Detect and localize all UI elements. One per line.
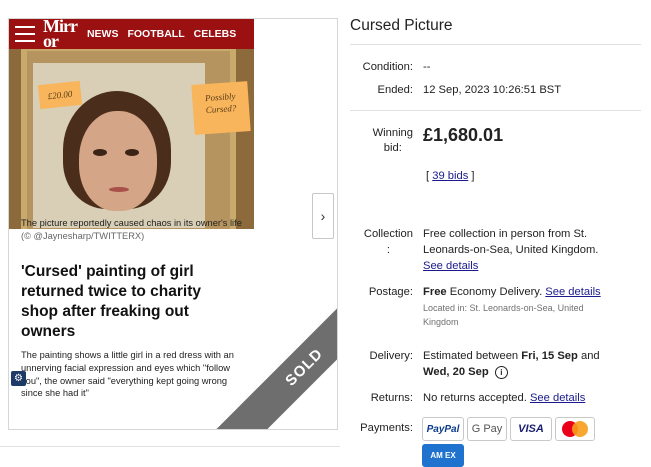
condition-value: --: [423, 61, 431, 73]
located-in-line1: Located in: St. Leonards-on-Sea, United: [423, 303, 584, 313]
listing-title: Cursed Picture: [350, 17, 453, 34]
payments-label: Payments:: [360, 422, 413, 434]
info-icon[interactable]: i: [494, 366, 508, 379]
next-image-button[interactable]: ›: [312, 193, 334, 239]
winning-bid-label-line1: Winning: [372, 127, 413, 139]
mirror-header-bar: Mirr or NEWS FOOTBALL CELEBS: [9, 19, 254, 50]
divider: [350, 44, 641, 45]
painting-face: [79, 111, 157, 211]
postage-value: Free Economy Delivery. See details Locat…: [423, 286, 601, 329]
returns-label: Returns:: [370, 392, 413, 404]
bids-link-wrap: [ 39 bids ]: [426, 170, 475, 182]
collection-see-details-link[interactable]: See details: [423, 260, 478, 272]
photo-caption: The picture reportedly caused chaos in i…: [21, 217, 246, 243]
winning-bid-value: £1,680.01: [423, 125, 504, 145]
collection-label-line1: Collection: [363, 228, 413, 240]
caption-text: The picture reportedly caused chaos in i…: [21, 218, 242, 228]
collection-value: Free collection in person from St. Leona…: [423, 226, 598, 274]
ended-value: 12 Sep, 2023 10:26:51 BST: [423, 84, 562, 96]
winning-bid-label: Winning bid:: [373, 126, 413, 156]
collection-label-line2: :: [386, 244, 390, 256]
returns-value: No returns accepted. See details: [423, 392, 585, 404]
winning-bid-label-line2: bid:: [383, 142, 402, 154]
nav-football[interactable]: FOOTBALL: [127, 28, 184, 40]
bids-link[interactable]: 39 bids: [432, 170, 468, 182]
postage-free: Free: [423, 286, 447, 298]
article-card[interactable]: Mirr or NEWS FOOTBALL CELEBS £20.00 Possi…: [8, 18, 338, 430]
listing-details: Cursed Picture Condition: -- Ended: 12 S…: [350, 0, 645, 467]
divider: [0, 446, 340, 447]
paypal-badge: PayPal: [422, 417, 464, 441]
painting-photo: £20.00 Possibly Cursed?: [9, 49, 254, 229]
visa-badge: VISA: [510, 417, 552, 441]
gpay-badge: G Pay: [467, 417, 507, 441]
mastercard-icon: [562, 421, 588, 437]
painting-eye-right: [125, 149, 139, 156]
delivery-text: Estimated between: [423, 350, 522, 362]
nav-news[interactable]: NEWS: [87, 28, 119, 40]
delivery-date-start: Fri, 15 Sep: [521, 350, 578, 362]
located-in: Located in: St. Leonards-on-Sea, United …: [423, 301, 601, 329]
postage-text: Economy Delivery.: [446, 286, 546, 298]
chevron-right-icon: ›: [320, 208, 326, 224]
price-sticky-note: £20.00: [37, 80, 83, 110]
postage-label: Postage:: [368, 286, 413, 298]
gear-icon[interactable]: ⚙: [11, 371, 26, 386]
ended-label: Ended:: [377, 84, 413, 96]
article-headline[interactable]: 'Cursed' painting of girl returned twice…: [21, 262, 241, 342]
painting-eye-left: [93, 149, 107, 156]
located-in-line2: Kingdom: [423, 317, 459, 327]
menu-icon[interactable]: [15, 26, 35, 42]
mastercard-badge: [555, 417, 595, 441]
condition-label: Condition:: [362, 61, 413, 73]
article-body: The painting shows a little girl in a re…: [21, 350, 234, 399]
delivery-and: and: [577, 350, 600, 362]
amex-badge: AM EX: [422, 444, 464, 467]
cursed-sticky-note: Possibly Cursed?: [191, 81, 251, 135]
caption-credit: (© @Jaynesharp/TWITTERX): [21, 231, 145, 241]
postage-see-details-link[interactable]: See details: [545, 286, 600, 298]
collection-value-line1: Free collection in person from St.: [423, 228, 588, 240]
delivery-date-end: Wed, 20 Sep: [423, 366, 489, 378]
returns-see-details-link[interactable]: See details: [530, 392, 585, 404]
returns-text: No returns accepted.: [423, 392, 530, 404]
painting-mouth: [109, 187, 129, 192]
delivery-label: Delivery:: [369, 350, 413, 362]
nav-celebs[interactable]: CELEBS: [194, 28, 237, 40]
collection-label: Collection :: [364, 226, 413, 258]
divider: [350, 110, 641, 111]
mirror-logo[interactable]: Mirr or: [43, 19, 78, 50]
collection-value-line2: Leonards-on-Sea, United Kingdom.: [423, 244, 599, 256]
delivery-value: Estimated between Fri, 15 Sep and Wed, 2…: [423, 348, 600, 380]
